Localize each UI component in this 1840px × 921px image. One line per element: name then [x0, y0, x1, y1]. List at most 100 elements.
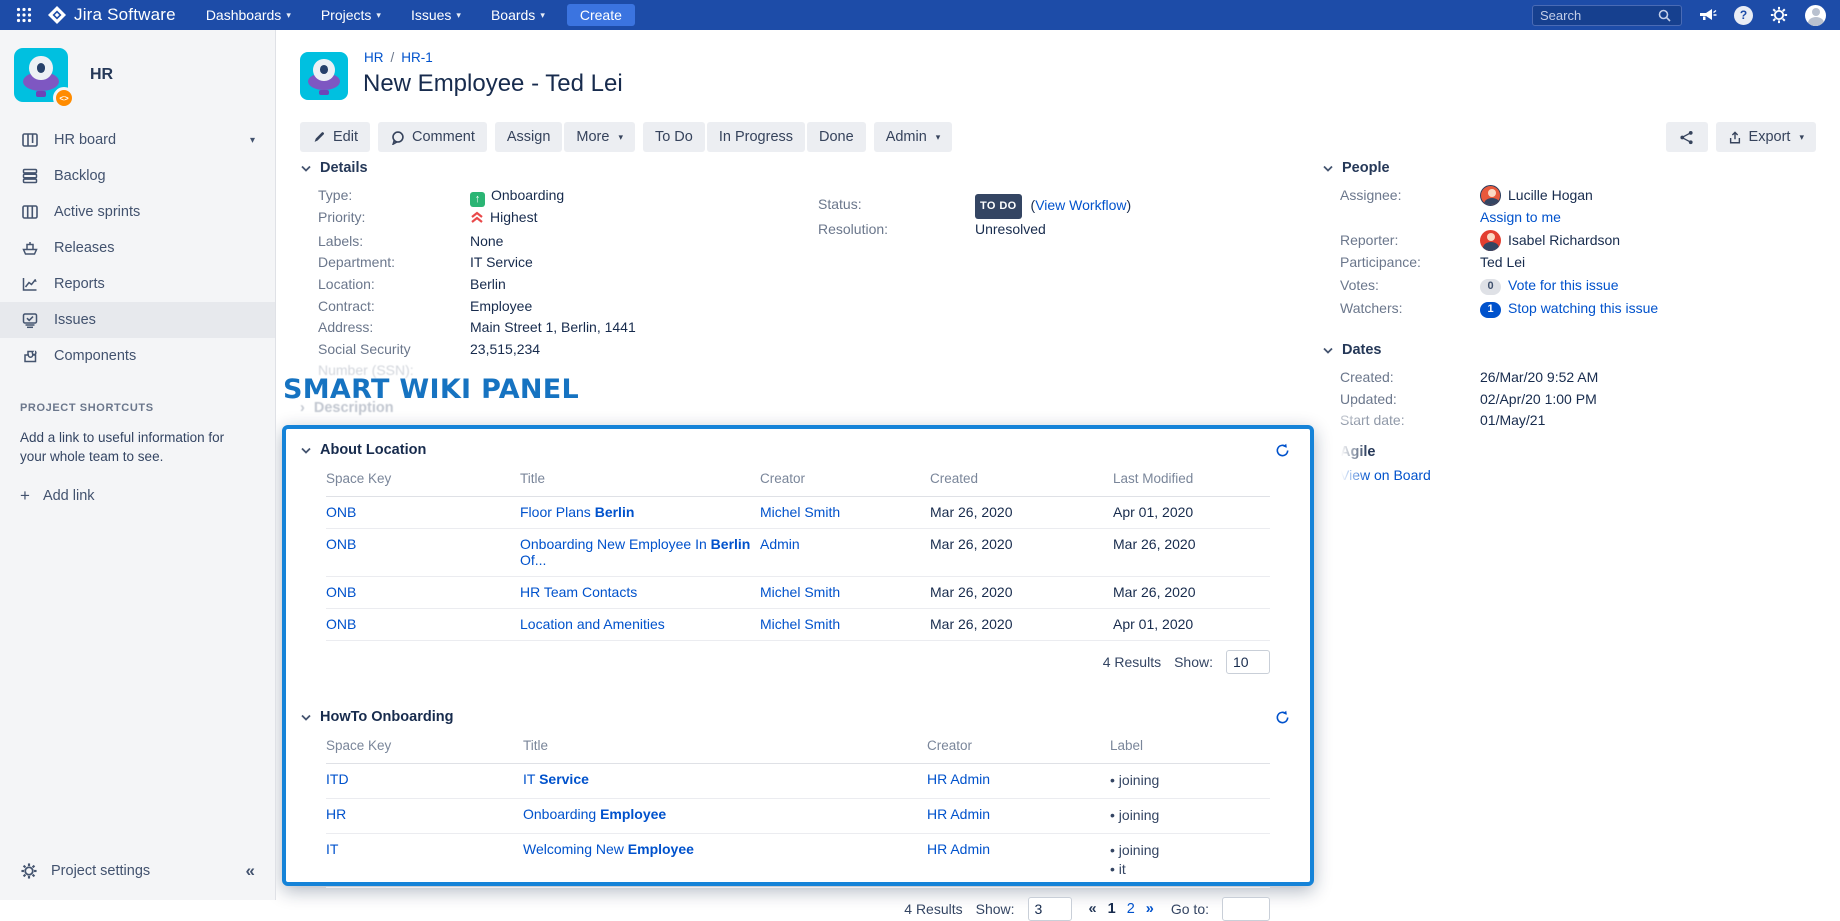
edit-button[interactable]: Edit — [300, 122, 370, 152]
gear-icon — [20, 862, 38, 880]
created-cell: Mar 26, 2020 — [930, 529, 1113, 577]
search-box[interactable] — [1532, 5, 1682, 26]
jira-diamond-icon — [48, 6, 66, 24]
done-transition-button[interactable]: Done — [807, 122, 866, 152]
topnav-right-cluster: ? — [1532, 5, 1826, 26]
status-label: Status: — [818, 194, 975, 219]
top-navigation-bar: Jira Software Dashboards ▾ Projects ▾ Is… — [0, 0, 1840, 30]
space-key-link[interactable]: HR — [326, 806, 346, 822]
stop-watching-link[interactable]: Stop watching this issue — [1508, 300, 1658, 316]
view-on-board-link[interactable]: View on Board — [1340, 467, 1622, 483]
details-fields-right: Status: TO DO (View Workflow) Resolution… — [800, 185, 1220, 240]
col-space-key: Space Key — [326, 462, 520, 497]
project-settings-button[interactable]: Project settings « — [0, 852, 275, 890]
watchers-count-badge: 1 — [1480, 302, 1501, 318]
creator-link[interactable]: Admin — [760, 536, 800, 552]
menu-projects[interactable]: Projects ▾ — [321, 7, 381, 23]
label-cell: joining — [1110, 799, 1270, 834]
page-next-icon[interactable]: » — [1146, 901, 1154, 917]
collapse-sidebar-icon[interactable]: « — [246, 861, 255, 881]
page-title-link[interactable]: Floor Plans Berlin — [520, 504, 634, 520]
menu-dashboards[interactable]: Dashboards ▾ — [206, 7, 291, 23]
menu-issues[interactable]: Issues ▾ — [411, 7, 461, 23]
add-link-button[interactable]: + Add link — [20, 486, 255, 506]
chevron-down-icon: ▾ — [1799, 132, 1804, 143]
view-workflow-link[interactable]: View Workflow — [1035, 197, 1126, 213]
smart-wiki-panel-annotation: SMART WIKI PANEL — [283, 374, 579, 405]
page-prev-icon[interactable]: « — [1089, 901, 1097, 917]
assign-button[interactable]: Assign — [495, 122, 563, 152]
jira-logo[interactable]: Jira Software — [48, 5, 176, 25]
sidebar-item-releases[interactable]: Releases — [0, 230, 275, 266]
assignee-value: Lucille Hogan Assign to me — [1480, 185, 1812, 229]
in-progress-transition-button[interactable]: In Progress — [707, 122, 805, 152]
todo-transition-button[interactable]: To Do — [643, 122, 705, 152]
sidebar-item-hr-board[interactable]: HR board ▾ — [0, 122, 275, 158]
page-title-link[interactable]: Location and Amenities — [520, 616, 665, 632]
show-count-input[interactable] — [1028, 897, 1072, 921]
space-key-link[interactable]: ITD — [326, 771, 349, 787]
project-shortcuts-section: PROJECT SHORTCUTS Add a link to useful i… — [0, 374, 275, 506]
creator-link[interactable]: HR Admin — [927, 771, 990, 787]
sidebar-item-active-sprints[interactable]: Active sprints — [0, 194, 275, 230]
creator-link[interactable]: HR Admin — [927, 806, 990, 822]
menu-boards[interactable]: Boards ▾ — [491, 7, 545, 23]
app-switcher-icon[interactable] — [14, 5, 34, 25]
more-button[interactable]: More ▾ — [564, 122, 635, 152]
space-key-link[interactable]: ONB — [326, 616, 356, 632]
refresh-icon[interactable] — [1275, 710, 1290, 725]
create-button[interactable]: Create — [567, 4, 635, 26]
user-avatar[interactable] — [1805, 5, 1826, 26]
creator-link[interactable]: Michel Smith — [760, 584, 840, 600]
twisty-down-icon[interactable] — [300, 714, 312, 721]
goto-label: Go to: — [1171, 901, 1209, 917]
vote-link[interactable]: Vote for this issue — [1508, 277, 1619, 293]
space-key-link[interactable]: ONB — [326, 536, 356, 552]
sidebar-item-issues[interactable]: Issues — [0, 302, 275, 338]
page-2-link[interactable]: 2 — [1127, 901, 1135, 917]
page-title-link[interactable]: HR Team Contacts — [520, 584, 637, 600]
project-avatar[interactable]: <> — [14, 48, 68, 102]
chevron-down-icon[interactable]: ▾ — [250, 135, 255, 146]
share-button[interactable] — [1666, 122, 1708, 152]
goto-page-input[interactable] — [1222, 897, 1270, 921]
show-count-input[interactable] — [1226, 650, 1270, 674]
sidebar-item-backlog[interactable]: Backlog — [0, 158, 275, 194]
megaphone-icon[interactable] — [1699, 7, 1717, 23]
dates-section-header[interactable]: Dates — [1322, 342, 1742, 358]
sidebar-item-reports[interactable]: Reports — [0, 266, 275, 302]
admin-button[interactable]: Admin ▾ — [874, 122, 953, 152]
help-icon[interactable]: ? — [1734, 6, 1753, 25]
creator-link[interactable]: Michel Smith — [760, 504, 840, 520]
page-title-link[interactable]: IT Service — [523, 771, 589, 787]
export-label: Export — [1749, 129, 1791, 145]
shortcuts-header: PROJECT SHORTCUTS — [20, 402, 255, 414]
assign-to-me-link[interactable]: Assign to me — [1480, 209, 1561, 225]
dates-fields: Created: 26/Mar/20 9:52 AM Updated: 02/A… — [1340, 367, 1742, 432]
space-key-link[interactable]: ONB — [326, 584, 356, 600]
reporter-value: Isabel Richardson — [1480, 230, 1812, 252]
breadcrumb-project-link[interactable]: HR — [364, 50, 384, 65]
search-input[interactable] — [1540, 8, 1658, 23]
col-title: Title — [523, 729, 927, 764]
details-section-header[interactable]: Details — [300, 160, 1310, 176]
project-sidebar: <> HR HR board ▾ Backlog — [0, 30, 276, 900]
sidebar-item-components[interactable]: Components — [0, 338, 275, 374]
refresh-icon[interactable] — [1275, 443, 1290, 458]
modified-cell: Apr 01, 2020 — [1113, 497, 1270, 529]
issue-title: New Employee - Ted Lei — [363, 70, 623, 98]
comment-button[interactable]: Comment — [378, 122, 487, 152]
export-button[interactable]: Export ▾ — [1716, 122, 1816, 152]
twisty-down-icon[interactable] — [300, 447, 312, 454]
about-location-table: Space Key Title Creator Created Last Mod… — [326, 462, 1270, 641]
page-title-link[interactable]: Onboarding New Employee In Berlin Of... — [520, 536, 750, 568]
space-key-link[interactable]: IT — [326, 841, 338, 857]
page-title-link[interactable]: Welcoming New Employee — [523, 841, 694, 857]
creator-link[interactable]: HR Admin — [927, 841, 990, 857]
page-title-link[interactable]: Onboarding Employee — [523, 806, 666, 822]
gear-icon[interactable] — [1770, 6, 1788, 24]
space-key-link[interactable]: ONB — [326, 504, 356, 520]
people-section-header[interactable]: People — [1322, 160, 1812, 176]
creator-link[interactable]: Michel Smith — [760, 616, 840, 632]
breadcrumb-issue-link[interactable]: HR-1 — [401, 50, 433, 65]
